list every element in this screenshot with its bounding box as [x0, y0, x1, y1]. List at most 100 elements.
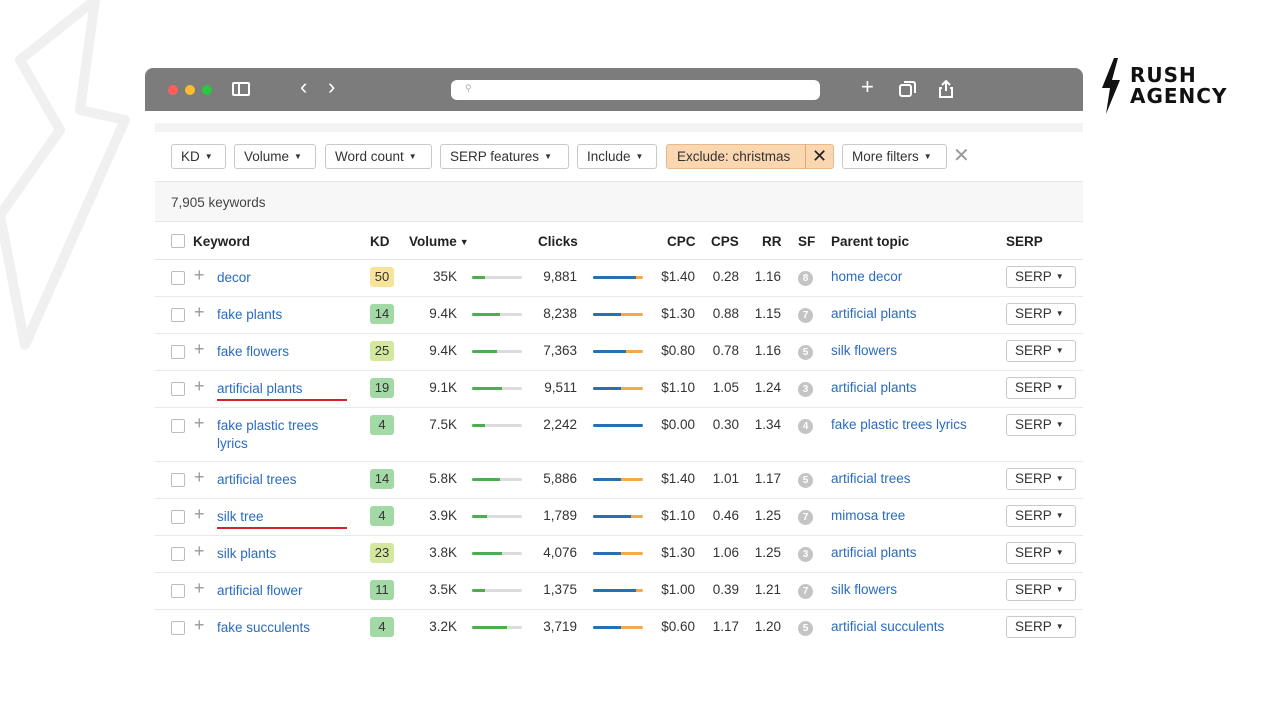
- serp-dropdown-button[interactable]: SERP ▼: [1006, 579, 1076, 601]
- remove-exclude-close-icon[interactable]: ✕: [805, 144, 833, 169]
- word-count-filter-button[interactable]: Word count ▼: [325, 144, 432, 169]
- header-clicks[interactable]: Clicks: [538, 234, 578, 249]
- clicks-bar: [593, 515, 643, 518]
- clicks-value: 3,719: [543, 619, 577, 634]
- keyword-link[interactable]: silk plants: [217, 545, 347, 563]
- parent-topic-link[interactable]: mimosa tree: [831, 508, 905, 523]
- volume-bar-fill: [472, 552, 502, 555]
- serp-dropdown-button[interactable]: SERP ▼: [1006, 340, 1076, 362]
- parent-topic-link[interactable]: artificial plants: [831, 545, 917, 560]
- include-filter-button[interactable]: Include ▼: [577, 144, 657, 169]
- serp-dropdown-button[interactable]: SERP ▼: [1006, 542, 1076, 564]
- row-checkbox[interactable]: [171, 382, 185, 396]
- share-icon[interactable]: [938, 80, 954, 98]
- forward-arrow-icon[interactable]: ›: [328, 76, 335, 98]
- parent-topic-link[interactable]: fake plastic trees lyrics: [831, 417, 967, 432]
- row-checkbox[interactable]: [171, 584, 185, 598]
- row-checkbox[interactable]: [171, 271, 185, 285]
- back-arrow-icon[interactable]: ‹: [300, 76, 307, 98]
- clicks-value: 9,511: [544, 380, 577, 395]
- keyword-link[interactable]: fake plastic trees lyrics: [217, 417, 347, 453]
- header-parent-topic[interactable]: Parent topic: [831, 234, 909, 249]
- address-bar[interactable]: ⚲: [451, 80, 820, 100]
- maximize-window-button[interactable]: [202, 85, 212, 95]
- parent-topic-link[interactable]: artificial trees: [831, 471, 911, 486]
- add-to-list-plus-icon[interactable]: +: [194, 542, 205, 560]
- clicks-value: 9,881: [543, 269, 577, 284]
- clear-filters-close-icon[interactable]: ✕: [953, 144, 970, 168]
- select-all-checkbox[interactable]: [171, 234, 185, 248]
- serp-features-count-badge: 3: [798, 382, 813, 397]
- volume-bar: [472, 515, 522, 518]
- parent-topic-link[interactable]: silk flowers: [831, 582, 897, 597]
- new-tab-plus-icon[interactable]: +: [861, 76, 874, 98]
- serp-dropdown-button[interactable]: SERP ▼: [1006, 616, 1076, 638]
- serp-dropdown-button[interactable]: SERP ▼: [1006, 468, 1076, 490]
- tab-overview-icon[interactable]: [899, 81, 916, 98]
- keyword-link[interactable]: silk tree: [217, 508, 347, 529]
- caret-down-icon: ▼: [1055, 420, 1064, 429]
- parent-topic-link[interactable]: silk flowers: [831, 343, 897, 358]
- clicks-bar-fill: [593, 552, 621, 555]
- row-checkbox[interactable]: [171, 510, 185, 524]
- keyword-count: 7,905 keywords: [171, 195, 266, 210]
- add-to-list-plus-icon[interactable]: +: [194, 340, 205, 358]
- row-checkbox[interactable]: [171, 621, 185, 635]
- parent-topic-link[interactable]: artificial plants: [831, 306, 917, 321]
- table-row: + fake succulents 4 3.2K 3,719 $0.60 1.17 1.20 5…: [155, 610, 1083, 644]
- clicks-bar: [593, 589, 643, 592]
- caret-down-icon: ▼: [204, 152, 213, 161]
- row-checkbox[interactable]: [171, 345, 185, 359]
- serp-dropdown-button[interactable]: SERP ▼: [1006, 377, 1076, 399]
- keyword-link[interactable]: fake flowers: [217, 343, 347, 361]
- parent-topic-link[interactable]: artificial succulents: [831, 619, 944, 634]
- caret-down-icon: ▼: [1055, 548, 1064, 557]
- add-to-list-plus-icon[interactable]: +: [194, 303, 205, 321]
- add-to-list-plus-icon[interactable]: +: [194, 377, 205, 395]
- add-to-list-plus-icon[interactable]: +: [194, 505, 205, 523]
- add-to-list-plus-icon[interactable]: +: [194, 266, 205, 284]
- header-rr[interactable]: RR: [762, 234, 782, 249]
- parent-topic-link[interactable]: home decor: [831, 269, 902, 284]
- cps-value: 1.05: [712, 380, 739, 395]
- add-to-list-plus-icon[interactable]: +: [194, 616, 205, 634]
- serp-dropdown-button[interactable]: SERP ▼: [1006, 303, 1076, 325]
- rr-value: 1.16: [754, 343, 781, 358]
- sidebar-toggle-icon[interactable]: [232, 82, 250, 96]
- keyword-link[interactable]: fake plants: [217, 306, 347, 324]
- keyword-link[interactable]: artificial trees: [217, 471, 347, 489]
- row-checkbox[interactable]: [171, 419, 185, 433]
- serp-dropdown-button[interactable]: SERP ▼: [1006, 266, 1076, 288]
- volume-value: 3.9K: [429, 508, 457, 523]
- close-window-button[interactable]: [168, 85, 178, 95]
- keyword-link[interactable]: artificial flower: [217, 582, 347, 600]
- kd-filter-button[interactable]: KD ▼: [171, 144, 226, 169]
- serp-features-filter-button[interactable]: SERP features ▼: [440, 144, 569, 169]
- header-kd[interactable]: KD: [370, 234, 390, 249]
- serp-dropdown-button[interactable]: SERP ▼: [1006, 505, 1076, 527]
- serp-features-count-badge: 5: [798, 621, 813, 636]
- add-to-list-plus-icon[interactable]: +: [194, 579, 205, 597]
- header-volume[interactable]: Volume ▼: [409, 234, 469, 249]
- serp-dropdown-button[interactable]: SERP ▼: [1006, 414, 1076, 436]
- keyword-link[interactable]: decor: [217, 269, 347, 287]
- row-checkbox[interactable]: [171, 308, 185, 322]
- cpc-value: $0.80: [661, 343, 695, 358]
- exclude-filter-chip[interactable]: Exclude: christmas ✕: [666, 144, 834, 169]
- volume-bar-fill: [472, 387, 502, 390]
- header-keyword[interactable]: Keyword: [193, 234, 250, 249]
- add-to-list-plus-icon[interactable]: +: [194, 468, 205, 486]
- header-sf[interactable]: SF: [798, 234, 815, 249]
- table-row: + artificial trees 14 5.8K 5,886 $1.40 1.01 1.1…: [155, 462, 1083, 499]
- row-checkbox[interactable]: [171, 473, 185, 487]
- volume-filter-button[interactable]: Volume ▼: [234, 144, 316, 169]
- keyword-link[interactable]: fake succulents: [217, 619, 347, 637]
- keyword-link[interactable]: artificial plants: [217, 380, 347, 401]
- row-checkbox[interactable]: [171, 547, 185, 561]
- header-cpc[interactable]: CPC: [667, 234, 696, 249]
- parent-topic-link[interactable]: artificial plants: [831, 380, 917, 395]
- add-to-list-plus-icon[interactable]: +: [194, 414, 205, 432]
- more-filters-button[interactable]: More filters ▼: [842, 144, 947, 169]
- minimize-window-button[interactable]: [185, 85, 195, 95]
- header-cps[interactable]: CPS: [711, 234, 739, 249]
